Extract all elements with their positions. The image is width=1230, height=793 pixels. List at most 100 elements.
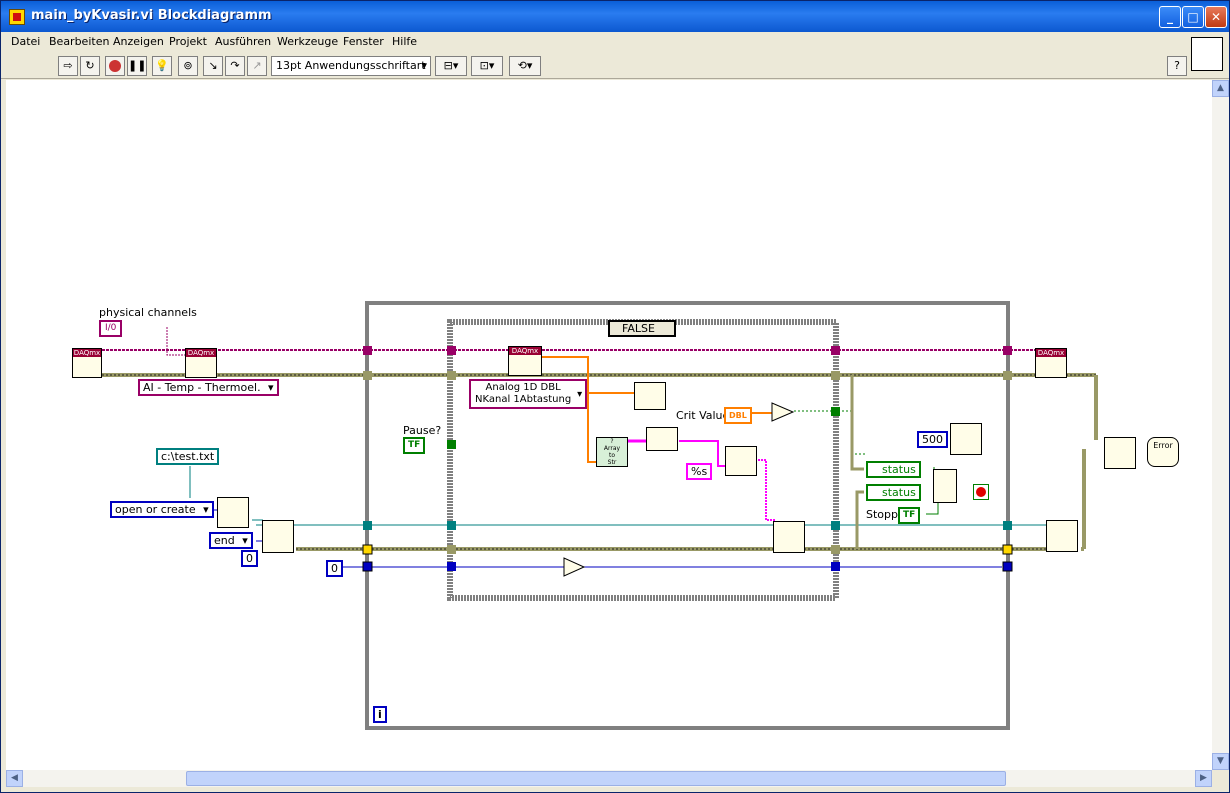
wire-layer xyxy=(102,301,1098,730)
daqmx-tag: DAQmx xyxy=(186,349,216,357)
run-arrow-icon[interactable]: ⇨ xyxy=(58,56,78,76)
font-select[interactable]: 13pt Anwendungsschriftart ▾ xyxy=(271,56,431,76)
set-file-position-node[interactable] xyxy=(262,520,294,553)
file-path-constant[interactable]: c:\test.txt xyxy=(156,448,220,465)
scroll-right-icon[interactable]: ▶ xyxy=(1195,770,1212,787)
case-selector-value: FALSE xyxy=(622,322,655,335)
daqmx-tag: DAQmx xyxy=(73,349,101,357)
chevron-down-icon: ▾ xyxy=(203,503,209,516)
daqmx-timing-node[interactable]: DAQmx xyxy=(185,348,217,378)
scroll-down-icon[interactable]: ▼ xyxy=(1212,753,1229,770)
stop-label: Stopp xyxy=(866,508,898,521)
title-bar[interactable]: main_byKvasir.vi Blockdiagramm _ □ ✕ xyxy=(1,1,1229,32)
greater-equal-node[interactable] xyxy=(771,402,795,422)
step-into-icon[interactable]: ↘ xyxy=(203,56,223,76)
highlight-execution-icon[interactable]: 💡 xyxy=(152,56,172,76)
array-to-str-3: Str xyxy=(607,459,617,466)
read-mode-line1: Analog 1D DBL xyxy=(485,382,561,393)
error-handler-label: Error xyxy=(1153,441,1173,450)
iteration-init-constant[interactable]: 0 xyxy=(326,560,343,577)
chevron-down-icon: ▾ xyxy=(268,381,274,394)
close-file-node[interactable] xyxy=(1046,520,1078,552)
retain-wire-values-icon[interactable]: ⊚ xyxy=(178,56,198,76)
window-title: main_byKvasir.vi Blockdiagramm xyxy=(31,8,272,23)
maximize-button[interactable]: □ xyxy=(1182,6,1204,28)
horizontal-scroll-thumb[interactable] xyxy=(186,771,1006,786)
crit-value-control[interactable]: DBL xyxy=(724,407,752,424)
seek-offset-constant[interactable]: 0 xyxy=(241,550,258,567)
align-objects-icon[interactable]: ⊟▾ xyxy=(435,56,467,76)
step-out-icon[interactable]: ↗ xyxy=(247,56,267,76)
run-continuously-icon[interactable]: ↻ xyxy=(80,56,100,76)
vertical-scrollbar[interactable]: ▲ ▼ xyxy=(1212,80,1229,770)
vi-icon[interactable] xyxy=(1191,37,1223,71)
toolbar: ⇨ ↻ ❚❚ 💡 ⊚ ↘ ↷ ↗ 13pt Anwendungsschrifta… xyxy=(1,52,1229,79)
pause-icon[interactable]: ❚❚ xyxy=(127,56,147,76)
daqmx-clear-task-node[interactable]: DAQmx xyxy=(1035,348,1067,378)
status-unbundle-1[interactable]: status xyxy=(866,461,921,478)
daqmx-read-polymorphic-selector[interactable]: Analog 1D DBL NKanal 1Abtastung ▾ xyxy=(469,379,588,409)
menu-ausfuehren[interactable]: Ausführen xyxy=(215,35,271,48)
status-unbundle-2[interactable]: status xyxy=(866,484,921,501)
pause-control[interactable]: TF xyxy=(403,437,426,454)
step-over-icon[interactable]: ↷ xyxy=(225,56,245,76)
menu-werkzeuge[interactable]: Werkzeuge xyxy=(277,35,338,48)
daqmx-tag: DAQmx xyxy=(1036,349,1066,357)
transpose-array-node[interactable] xyxy=(646,427,678,451)
compound-or-node[interactable] xyxy=(933,469,957,503)
chevron-down-icon: ▾ xyxy=(421,59,427,72)
menu-projekt[interactable]: Projekt xyxy=(169,35,207,48)
labview-app-icon xyxy=(9,9,25,25)
array-to-spreadsheet-node[interactable] xyxy=(725,446,757,476)
horizontal-scrollbar[interactable]: ◀ ▶ xyxy=(6,770,1212,787)
minimize-button[interactable]: _ xyxy=(1159,6,1181,28)
wait-ms-constant[interactable]: 500 xyxy=(917,431,948,448)
scroll-left-icon[interactable]: ◀ xyxy=(6,770,23,787)
array-to-str-2: to xyxy=(608,452,616,459)
menu-datei[interactable]: Datei xyxy=(11,35,40,48)
menu-bearbeiten[interactable]: Bearbeiten xyxy=(49,35,109,48)
merge-errors-node[interactable] xyxy=(1104,437,1136,469)
open-create-file-node[interactable] xyxy=(217,497,249,528)
chevron-down-icon: ▾ xyxy=(577,389,583,400)
daqmx-tag: DAQmx xyxy=(509,347,541,355)
pause-label: Pause? xyxy=(403,424,442,437)
open-mode-selector[interactable]: open or create ▾ xyxy=(110,501,214,518)
labview-block-diagram-window: main_byKvasir.vi Blockdiagramm _ □ ✕ Dat… xyxy=(0,0,1230,793)
daqmx-read-node[interactable]: DAQmx xyxy=(508,346,542,376)
format-string-constant[interactable]: %s xyxy=(686,463,713,480)
read-mode-line2: NKanal 1Abtastung xyxy=(475,394,572,405)
build-array-node[interactable] xyxy=(634,382,666,410)
ai-type-selector[interactable]: AI - Temp - Thermoel. ▾ xyxy=(138,379,279,396)
menu-hilfe[interactable]: Hilfe xyxy=(392,35,417,48)
help-icon[interactable]: ? xyxy=(1167,56,1187,76)
array-to-str-q: ? xyxy=(610,438,614,445)
stop-control[interactable]: TF xyxy=(898,507,921,524)
write-text-file-node[interactable] xyxy=(773,521,805,553)
open-mode-value: open or create xyxy=(115,503,196,516)
menu-bar: Datei Bearbeiten Anzeigen Projekt Ausfüh… xyxy=(1,32,1229,52)
loop-condition-terminal[interactable] xyxy=(973,484,989,500)
case-selector[interactable]: FALSE xyxy=(608,320,676,337)
daqmx-create-channel-node[interactable]: DAQmx xyxy=(72,348,102,378)
block-diagram-canvas[interactable]: physical channels I/0 DAQmx DAQmx AI - T… xyxy=(6,80,1212,770)
crit-value-label: Crit Value xyxy=(676,409,730,422)
scroll-up-icon[interactable]: ▲ xyxy=(1212,80,1229,97)
menu-anzeigen[interactable]: Anzeigen xyxy=(113,35,164,48)
array-to-string-node[interactable]: ? Array to Str xyxy=(596,437,628,467)
abort-icon[interactable] xyxy=(105,56,125,76)
font-select-value: 13pt Anwendungsschriftart xyxy=(276,59,426,72)
ai-type-value: AI - Temp - Thermoel. xyxy=(143,381,261,394)
physical-channels-label: physical channels xyxy=(99,306,197,319)
dbl-wire xyxy=(542,356,596,463)
distribute-objects-icon[interactable]: ⊡▾ xyxy=(471,56,503,76)
chevron-down-icon: ▾ xyxy=(242,534,248,547)
array-to-str-1: Array xyxy=(603,445,621,452)
simple-error-handler-node[interactable]: Error xyxy=(1147,437,1179,467)
close-button[interactable]: ✕ xyxy=(1205,6,1227,28)
wait-ms-node[interactable] xyxy=(950,423,982,455)
physical-channels-constant[interactable]: I/0 xyxy=(99,320,123,337)
reorder-icon[interactable]: ⟲▾ xyxy=(509,56,541,76)
menu-fenster[interactable]: Fenster xyxy=(343,35,384,48)
seek-mode-selector[interactable]: end ▾ xyxy=(209,532,253,549)
